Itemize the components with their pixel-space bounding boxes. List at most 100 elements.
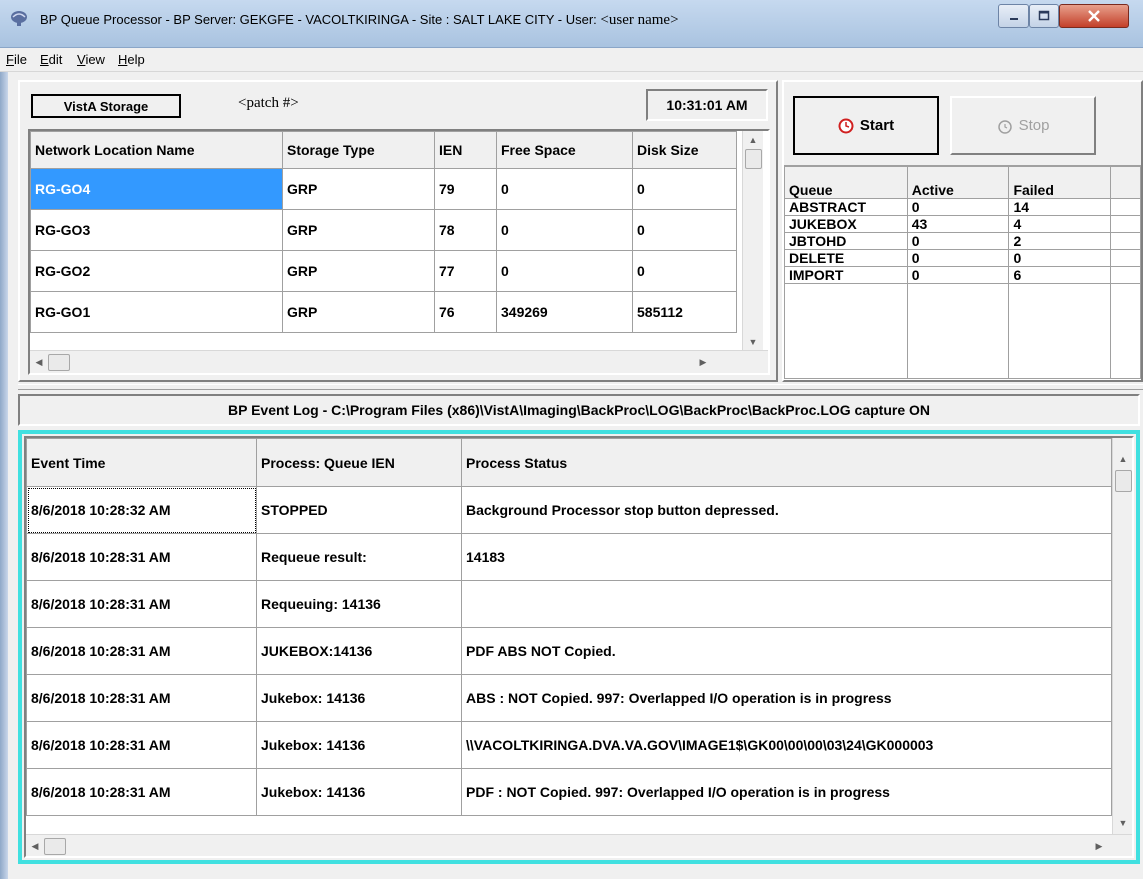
table-cell[interactable]: 0 <box>1008 249 1112 267</box>
table-row[interactable]: RG-GO1 GRP 76 349269 585112 <box>30 291 737 333</box>
table-cell[interactable]: 77 <box>434 250 497 292</box>
table-row[interactable]: JBTOHD 0 2 <box>784 232 1141 250</box>
panel-splitter[interactable] <box>18 384 1143 390</box>
vista-storage-button[interactable]: VistA Storage <box>31 94 181 118</box>
table-cell[interactable]: JUKEBOX <box>784 215 908 233</box>
table-cell[interactable]: GRP <box>282 250 435 292</box>
table-row[interactable]: JUKEBOX 43 4 <box>784 215 1141 233</box>
menu-edit[interactable]: Edit <box>40 52 62 67</box>
table-cell[interactable]: 349269 <box>496 291 633 333</box>
start-button[interactable]: Start <box>793 96 939 155</box>
table-cell-focused[interactable]: 8/6/2018 10:28:32 AM <box>26 486 257 534</box>
storage-hscrollbar[interactable]: ◀ ▶ <box>30 350 768 373</box>
table-cell[interactable]: 0 <box>632 209 737 251</box>
table-cell[interactable]: Requeue result: <box>256 533 462 581</box>
table-cell[interactable]: 0 <box>632 250 737 292</box>
table-cell[interactable]: Requeuing: 14136 <box>256 580 462 628</box>
table-cell[interactable]: 8/6/2018 10:28:31 AM <box>26 721 257 769</box>
table-row[interactable]: 8/6/2018 10:28:32 AM STOPPED Background … <box>26 486 1112 534</box>
scroll-up-icon[interactable]: ▲ <box>743 133 763 147</box>
table-row[interactable]: RG-GO2 GRP 77 0 0 <box>30 250 737 292</box>
table-row[interactable]: 8/6/2018 10:28:31 AM JUKEBOX:14136 PDF A… <box>26 627 1112 675</box>
table-cell[interactable]: Background Processor stop button depress… <box>461 486 1112 534</box>
table-row[interactable]: 8/6/2018 10:28:31 AM Requeuing: 14136 <box>26 580 1112 628</box>
maximize-button[interactable] <box>1029 4 1059 28</box>
col-header[interactable]: Active <box>906 166 1010 199</box>
minimize-button[interactable] <box>998 4 1029 28</box>
table-cell[interactable]: Jukebox: 14136 <box>256 674 462 722</box>
stop-button[interactable]: Stop <box>950 96 1096 155</box>
table-cell[interactable]: GRP <box>282 209 435 251</box>
col-header[interactable]: Queue <box>784 166 908 199</box>
table-cell[interactable]: 14183 <box>461 533 1112 581</box>
table-cell[interactable]: JBTOHD <box>784 232 908 250</box>
table-row[interactable]: 8/6/2018 10:28:31 AM Jukebox: 14136 ABS … <box>26 674 1112 722</box>
table-cell[interactable]: 8/6/2018 10:28:31 AM <box>26 674 257 722</box>
table-cell[interactable]: IMPORT <box>784 266 908 284</box>
table-row[interactable]: RG-GO3 GRP 78 0 0 <box>30 209 737 251</box>
table-row[interactable]: ABSTRACT 0 14 <box>784 198 1141 216</box>
table-row[interactable]: 8/6/2018 10:28:31 AM Requeue result: 141… <box>26 533 1112 581</box>
scroll-thumb[interactable] <box>44 838 66 855</box>
table-cell[interactable]: Jukebox: 14136 <box>256 768 462 816</box>
table-cell[interactable]: 2 <box>1008 232 1112 250</box>
table-cell[interactable]: 0 <box>496 250 633 292</box>
close-button[interactable] <box>1059 4 1129 28</box>
table-cell[interactable]: 0 <box>906 266 1010 284</box>
scroll-thumb[interactable] <box>1115 470 1132 492</box>
table-cell[interactable]: 0 <box>906 198 1010 216</box>
table-cell[interactable]: 43 <box>906 215 1010 233</box>
table-cell[interactable]: 8/6/2018 10:28:31 AM <box>26 627 257 675</box>
scroll-thumb[interactable] <box>745 149 762 169</box>
col-header[interactable]: Disk Size <box>632 131 737 169</box>
table-cell[interactable]: 0 <box>906 232 1010 250</box>
col-header[interactable]: Free Space <box>496 131 633 169</box>
table-cell[interactable] <box>461 580 1112 628</box>
table-cell[interactable]: 14 <box>1008 198 1112 216</box>
menu-file[interactable]: File <box>6 52 27 67</box>
table-cell[interactable]: 79 <box>434 168 497 210</box>
table-cell[interactable]: 8/6/2018 10:28:31 AM <box>26 768 257 816</box>
table-cell[interactable]: \\VACOLTKIRINGA.DVA.VA.GOV\IMAGE1$\GK00\… <box>461 721 1112 769</box>
table-cell[interactable]: 8/6/2018 10:28:31 AM <box>26 533 257 581</box>
table-cell[interactable]: RG-GO2 <box>30 250 283 292</box>
scroll-down-icon[interactable]: ▼ <box>1113 816 1132 830</box>
table-row[interactable]: RG-GO4 GRP 79 0 0 <box>30 168 737 210</box>
table-cell[interactable]: 0 <box>496 168 633 210</box>
app-brain-icon[interactable] <box>9 9 29 27</box>
table-cell[interactable]: JUKEBOX:14136 <box>256 627 462 675</box>
scroll-thumb[interactable] <box>48 354 70 371</box>
table-cell[interactable]: 8/6/2018 10:28:31 AM <box>26 580 257 628</box>
menu-view[interactable]: View <box>77 52 105 67</box>
table-cell[interactable]: RG-GO3 <box>30 209 283 251</box>
table-cell[interactable]: 78 <box>434 209 497 251</box>
table-cell[interactable]: 76 <box>434 291 497 333</box>
table-row[interactable]: IMPORT 0 6 <box>784 266 1141 284</box>
table-cell[interactable]: 0 <box>632 168 737 210</box>
table-row[interactable]: 8/6/2018 10:28:31 AM Jukebox: 14136 \\VA… <box>26 721 1112 769</box>
table-cell[interactable]: 0 <box>496 209 633 251</box>
table-cell[interactable]: STOPPED <box>256 486 462 534</box>
storage-vscrollbar[interactable]: ▲ ▼ <box>742 131 763 353</box>
table-cell[interactable]: PDF : NOT Copied. 997: Overlapped I/O op… <box>461 768 1112 816</box>
table-cell-selected[interactable]: RG-GO4 <box>30 168 283 210</box>
table-cell[interactable]: RG-GO1 <box>30 291 283 333</box>
table-cell[interactable]: 4 <box>1008 215 1112 233</box>
table-cell[interactable]: 585112 <box>632 291 737 333</box>
col-header[interactable]: Event Time <box>26 438 257 487</box>
table-cell[interactable]: DELETE <box>784 249 908 267</box>
col-header[interactable]: Process: Queue IEN <box>256 438 462 487</box>
event-log-vscrollbar[interactable]: ▲ ▼ <box>1112 438 1132 836</box>
table-cell[interactable]: ABSTRACT <box>784 198 908 216</box>
table-cell[interactable]: GRP <box>282 291 435 333</box>
col-header[interactable]: Network Location Name <box>30 131 283 169</box>
table-row[interactable]: DELETE 0 0 <box>784 249 1141 267</box>
table-cell[interactable]: 6 <box>1008 266 1112 284</box>
col-header[interactable]: IEN <box>434 131 497 169</box>
scroll-up-icon[interactable]: ▲ <box>1113 452 1132 466</box>
col-header[interactable]: Process Status <box>461 438 1112 487</box>
table-cell[interactable]: Jukebox: 14136 <box>256 721 462 769</box>
menu-help[interactable]: Help <box>118 52 145 67</box>
table-cell[interactable]: 0 <box>906 249 1010 267</box>
scroll-left-icon[interactable]: ◀ <box>28 838 42 854</box>
